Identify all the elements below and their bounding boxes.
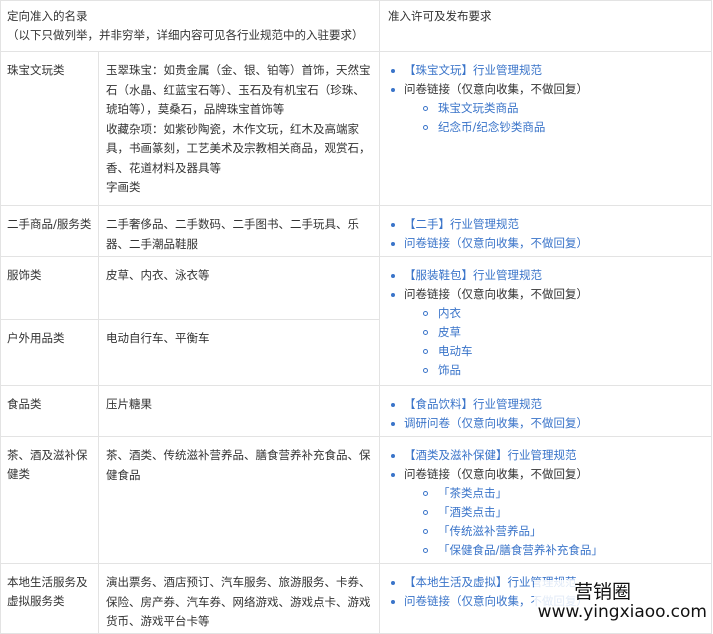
survey-item: 问卷链接（仅意向收集，不做回复） 珠宝文玩类商品 纪念币/纪念钞类商品 [388, 80, 703, 137]
industry-standard-link[interactable]: 【二手】行业管理规范 [388, 215, 703, 234]
requirements-cell: 【珠宝文玩】行业管理规范 问卷链接（仅意向收集，不做回复） 珠宝文玩类商品 纪念… [379, 51, 712, 206]
requirements-cell: 【二手】行业管理规范 问卷链接（仅意向收集，不做回复） [379, 205, 712, 257]
sub-link[interactable]: 纪念币/纪念钞类商品 [404, 118, 703, 137]
item-text: 电动自行车、平衡车 [106, 331, 210, 345]
table-row: 服饰类 皮草、内衣、泳衣等 【服装鞋包】行业管理规范 问卷链接（仅意向收集，不做… [0, 256, 712, 386]
requirements-cell: 【酒类及滋补保健】行业管理规范 问卷链接（仅意向收集，不做回复） 「茶类点击」 … [379, 436, 712, 564]
category-cell: 服饰类 [0, 256, 99, 320]
industry-standard-link[interactable]: 【服装鞋包】行业管理规范 [388, 266, 703, 285]
header-note: （以下只做列举，并非穷举，详细内容可见各行业规范中的入驻要求） [7, 28, 364, 42]
category-cell: 珠宝文玩类 [0, 51, 99, 206]
items-cell: 皮草、内衣、泳衣等 [98, 256, 380, 320]
survey-link[interactable]: 问卷链接（仅意向收集，不做回复） [388, 234, 703, 253]
survey-item: 问卷链接（仅意向收集，不做回复） 内衣 皮草 电动车 饰品 [388, 285, 703, 380]
industry-standard-link[interactable]: 【珠宝文玩】行业管理规范 [388, 61, 703, 80]
category-cell: 食品类 [0, 385, 99, 437]
survey-link[interactable]: 调研问卷（仅意向收集，不做回复） [388, 414, 703, 433]
items-cell: 茶、酒类、传统滋补营养品、膳食营养补充食品、保健食品 [98, 436, 380, 564]
sub-link[interactable]: 「传统滋补营养品」 [404, 522, 703, 541]
header-directory: 定向准入的名录 （以下只做列举，并非穷举，详细内容可见各行业规范中的入驻要求） [0, 0, 380, 52]
watermark-name: 营销圈 [573, 580, 631, 603]
item-text: 茶、酒类、传统滋补营养品、膳食营养补充食品、保健食品 [106, 448, 371, 482]
item-text: 压片糖果 [106, 397, 152, 411]
category-cell: 户外用品类 [0, 319, 99, 386]
requirements-cell: 【服装鞋包】行业管理规范 问卷链接（仅意向收集，不做回复） 内衣 皮草 电动车 … [379, 256, 712, 386]
items-cell: 压片糖果 [98, 385, 380, 437]
industry-standard-link[interactable]: 【酒类及滋补保健】行业管理规范 [388, 446, 703, 465]
header-title: 定向准入的名录 [7, 9, 88, 23]
sub-link[interactable]: 珠宝文玩类商品 [404, 99, 703, 118]
survey-link[interactable]: 问卷链接（仅意向收集，不做回复） [404, 467, 588, 481]
sub-link[interactable]: 皮草 [404, 323, 703, 342]
category-cell: 本地生活服务及虚拟服务类 [0, 563, 99, 634]
item-text: 演出票务、酒店预订、汽车服务、旅游服务、卡券、保险、房产券、汽车券、网络游戏、游… [106, 575, 371, 628]
sub-link[interactable]: 「保健食品/膳食营养补充食品」 [404, 541, 703, 560]
survey-item: 问卷链接（仅意向收集，不做回复） 「茶类点击」 「酒类点击」 「传统滋补营养品」… [388, 465, 703, 560]
sub-link[interactable]: 电动车 [404, 342, 703, 361]
items-cell: 二手奢侈品、二手数码、二手图书、二手玩具、乐器、二手潮品鞋服 [98, 205, 380, 257]
sub-link[interactable]: 内衣 [404, 304, 703, 323]
industry-standard-link[interactable]: 【食品饮料】行业管理规范 [388, 395, 703, 414]
header-row: 定向准入的名录 （以下只做列举，并非穷举，详细内容可见各行业规范中的入驻要求） … [0, 0, 712, 52]
survey-link[interactable]: 问卷链接（仅意向收集，不做回复） [404, 287, 588, 301]
table-row: 食品类 压片糖果 【食品饮料】行业管理规范 调研问卷（仅意向收集，不做回复） [0, 385, 712, 437]
survey-link[interactable]: 问卷链接（仅意向收集，不做回复） [404, 82, 588, 96]
item-text: 收藏杂项：如紫砂陶瓷，木作文玩，红木及高端家具，书画篆刻，工艺美术及宗教相关商品… [106, 121, 371, 175]
table-row: 珠宝文玩类 玉翠珠宝：如贵金属（金、银、铂等）首饰，天然宝石（水晶、红蓝宝石等）… [0, 51, 712, 206]
items-cell: 演出票务、酒店预订、汽车服务、旅游服务、卡券、保险、房产券、汽车券、网络游戏、游… [98, 563, 380, 634]
item-text: 二手奢侈品、二手数码、二手图书、二手玩具、乐器、二手潮品鞋服 [106, 217, 359, 251]
watermark: 营销圈 www.yingxiaoo.com [533, 579, 711, 625]
item-text: 字画类 [106, 180, 141, 194]
sub-link[interactable]: 饰品 [404, 361, 703, 380]
sub-link[interactable]: 「茶类点击」 [404, 484, 703, 503]
category-cell: 茶、酒及滋补保健类 [0, 436, 99, 564]
sub-link[interactable]: 「酒类点击」 [404, 503, 703, 522]
header-requirements: 准入许可及发布要求 [379, 0, 712, 52]
requirements-cell: 【食品饮料】行业管理规范 调研问卷（仅意向收集，不做回复） [379, 385, 712, 437]
items-cell: 玉翠珠宝：如贵金属（金、银、铂等）首饰，天然宝石（水晶、红蓝宝石等）、玉石及有机… [98, 51, 380, 206]
table-row: 二手商品/服务类 二手奢侈品、二手数码、二手图书、二手玩具、乐器、二手潮品鞋服 … [0, 205, 712, 257]
watermark-url: www.yingxiaoo.com [537, 602, 707, 623]
items-cell: 电动自行车、平衡车 [98, 319, 380, 386]
table-row: 茶、酒及滋补保健类 茶、酒类、传统滋补营养品、膳食营养补充食品、保健食品 【酒类… [0, 436, 712, 564]
item-text: 玉翠珠宝：如贵金属（金、银、铂等）首饰，天然宝石（水晶、红蓝宝石等）、玉石及有机… [106, 63, 371, 116]
admission-table: 定向准入的名录 （以下只做列举，并非穷举，详细内容可见各行业规范中的入驻要求） … [0, 0, 712, 634]
item-text: 皮草、内衣、泳衣等 [106, 268, 210, 282]
category-cell: 二手商品/服务类 [0, 205, 99, 257]
